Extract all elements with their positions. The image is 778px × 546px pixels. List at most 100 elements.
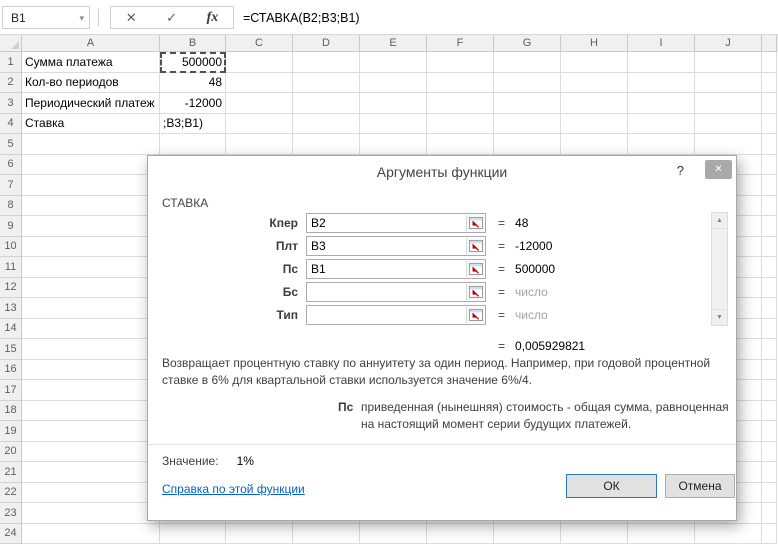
formula-input[interactable]: =СТАВКА(B2;B3;B1) <box>243 6 360 29</box>
row-header-6[interactable]: 6 <box>0 155 22 176</box>
cell-G2[interactable] <box>494 73 561 94</box>
cell-E4[interactable] <box>360 114 427 135</box>
cell-A22[interactable] <box>22 483 160 504</box>
cell-F2[interactable] <box>427 73 494 94</box>
cell-D1[interactable] <box>293 52 360 73</box>
cell-partial1[interactable] <box>762 52 777 73</box>
cell-I5[interactable] <box>628 134 695 155</box>
row-header-17[interactable]: 17 <box>0 380 22 401</box>
row-header-20[interactable]: 20 <box>0 442 22 463</box>
cell-H3[interactable] <box>561 93 628 114</box>
row-header-1[interactable]: 1 <box>0 52 22 73</box>
column-header-B[interactable]: B <box>160 35 226 52</box>
column-header-G[interactable]: G <box>494 35 561 52</box>
cell-partial17[interactable] <box>762 380 777 401</box>
cell-J3[interactable] <box>695 93 762 114</box>
row-header-22[interactable]: 22 <box>0 483 22 504</box>
range-selector-icon[interactable] <box>466 261 484 277</box>
argument-input[interactable]: B3 <box>306 236 486 256</box>
cell-partial20[interactable] <box>762 442 777 463</box>
cell-D24[interactable] <box>293 524 360 545</box>
row-header-21[interactable]: 21 <box>0 462 22 483</box>
row-header-23[interactable]: 23 <box>0 503 22 524</box>
cell-A1[interactable]: Сумма платежа <box>22 52 160 73</box>
cell-C2[interactable] <box>226 73 293 94</box>
dialog-scrollbar[interactable]: ▲ ▼ <box>711 212 728 326</box>
cell-D2[interactable] <box>293 73 360 94</box>
cell-G4[interactable] <box>494 114 561 135</box>
cell-H4[interactable] <box>561 114 628 135</box>
cell-I3[interactable] <box>628 93 695 114</box>
cell-E5[interactable] <box>360 134 427 155</box>
cell-J4[interactable] <box>695 114 762 135</box>
cell-C1[interactable] <box>226 52 293 73</box>
column-header-C[interactable]: C <box>226 35 293 52</box>
cell-B4[interactable]: ;B3;B1) <box>160 114 226 135</box>
cell-B24[interactable] <box>160 524 226 545</box>
cell-F5[interactable] <box>427 134 494 155</box>
cell-partial18[interactable] <box>762 401 777 422</box>
cell-partial19[interactable] <box>762 421 777 442</box>
cell-A6[interactable] <box>22 155 160 176</box>
insert-function-icon[interactable]: fx <box>207 10 219 26</box>
row-header-3[interactable]: 3 <box>0 93 22 114</box>
cell-partial23[interactable] <box>762 503 777 524</box>
cell-C24[interactable] <box>226 524 293 545</box>
ok-button[interactable]: ОК <box>566 474 657 498</box>
row-header-11[interactable]: 11 <box>0 257 22 278</box>
cell-A2[interactable]: Кол-во периодов <box>22 73 160 94</box>
cell-partial5[interactable] <box>762 134 777 155</box>
row-header-16[interactable]: 16 <box>0 360 22 381</box>
cell-J1[interactable] <box>695 52 762 73</box>
range-selector-icon[interactable] <box>466 215 484 231</box>
cell-A14[interactable] <box>22 319 160 340</box>
cancel-button[interactable]: Отмена <box>665 474 735 498</box>
row-header-18[interactable]: 18 <box>0 401 22 422</box>
cell-partial10[interactable] <box>762 237 777 258</box>
cell-D5[interactable] <box>293 134 360 155</box>
name-box[interactable]: B1 ▾ <box>2 6 90 29</box>
cell-I2[interactable] <box>628 73 695 94</box>
row-header-13[interactable]: 13 <box>0 298 22 319</box>
range-selector-icon[interactable] <box>466 307 484 323</box>
cell-A15[interactable] <box>22 339 160 360</box>
cell-C5[interactable] <box>226 134 293 155</box>
row-header-8[interactable]: 8 <box>0 196 22 217</box>
row-header-24[interactable]: 24 <box>0 524 22 545</box>
cell-C4[interactable] <box>226 114 293 135</box>
cell-D3[interactable] <box>293 93 360 114</box>
cell-I24[interactable] <box>628 524 695 545</box>
cell-A7[interactable] <box>22 175 160 196</box>
cell-B3[interactable]: -12000 <box>160 93 226 114</box>
cell-A23[interactable] <box>22 503 160 524</box>
row-header-10[interactable]: 10 <box>0 237 22 258</box>
cell-J2[interactable] <box>695 73 762 94</box>
cell-A9[interactable] <box>22 216 160 237</box>
cell-A21[interactable] <box>22 462 160 483</box>
cell-G5[interactable] <box>494 134 561 155</box>
row-header-2[interactable]: 2 <box>0 73 22 94</box>
cell-partial2[interactable] <box>762 73 777 94</box>
cell-G3[interactable] <box>494 93 561 114</box>
cell-C3[interactable] <box>226 93 293 114</box>
argument-input[interactable] <box>306 282 486 302</box>
cell-G1[interactable] <box>494 52 561 73</box>
cell-A8[interactable] <box>22 196 160 217</box>
row-header-7[interactable]: 7 <box>0 175 22 196</box>
cell-A10[interactable] <box>22 237 160 258</box>
row-header-4[interactable]: 4 <box>0 114 22 135</box>
cell-partial9[interactable] <box>762 216 777 237</box>
cell-partial6[interactable] <box>762 155 777 176</box>
select-all-corner[interactable] <box>0 35 22 52</box>
row-header-9[interactable]: 9 <box>0 216 22 237</box>
cell-I1[interactable] <box>628 52 695 73</box>
cell-F1[interactable] <box>427 52 494 73</box>
cell-A24[interactable] <box>22 524 160 545</box>
cell-H24[interactable] <box>561 524 628 545</box>
row-header-5[interactable]: 5 <box>0 134 22 155</box>
cell-A16[interactable] <box>22 360 160 381</box>
cell-partial21[interactable] <box>762 462 777 483</box>
argument-input[interactable]: B2 <box>306 213 486 233</box>
row-header-15[interactable]: 15 <box>0 339 22 360</box>
row-header-12[interactable]: 12 <box>0 278 22 299</box>
